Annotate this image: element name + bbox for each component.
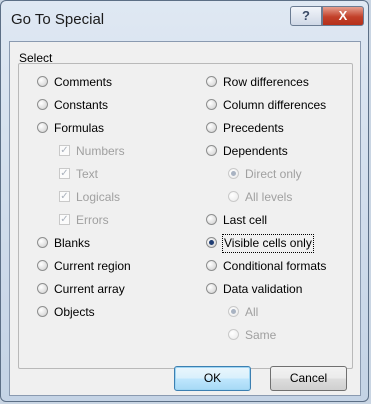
close-button[interactable]: X bbox=[322, 6, 364, 26]
option-label: Last cell bbox=[223, 213, 268, 227]
dialog-body: Select Comments Constants Formulas ✓ Num… bbox=[9, 41, 361, 396]
checkmark-icon: ✓ bbox=[59, 145, 70, 156]
radio-icon bbox=[37, 122, 48, 133]
option-label: Column differences bbox=[223, 98, 327, 112]
radio-icon bbox=[228, 168, 239, 179]
option-label: Numbers bbox=[76, 144, 125, 158]
radio-icon bbox=[37, 76, 48, 87]
option-label: Formulas bbox=[54, 121, 105, 135]
radio-icon bbox=[206, 237, 217, 248]
option-label: Current region bbox=[54, 259, 131, 273]
option-label: Constants bbox=[54, 98, 109, 112]
checkmark-icon: ✓ bbox=[59, 191, 70, 202]
radio-icon bbox=[37, 283, 48, 294]
cancel-button[interactable]: Cancel bbox=[270, 366, 347, 391]
option-label: Logicals bbox=[76, 190, 121, 204]
radio-icon bbox=[37, 99, 48, 110]
option-label: Precedents bbox=[223, 121, 284, 135]
option-label: All levels bbox=[245, 190, 293, 204]
option-label: Direct only bbox=[245, 167, 302, 181]
option-label: Current array bbox=[54, 282, 125, 296]
radio-icon bbox=[206, 122, 217, 133]
ok-button[interactable]: OK bbox=[174, 366, 251, 391]
radio-icon bbox=[206, 214, 217, 225]
radio-icon bbox=[206, 99, 217, 110]
option-label: Blanks bbox=[54, 236, 91, 250]
option-label: Row differences bbox=[223, 75, 309, 89]
option-label: Conditional formats bbox=[223, 259, 327, 273]
close-icon: X bbox=[338, 8, 348, 23]
option-label: Comments bbox=[54, 75, 113, 89]
radio-icon bbox=[206, 145, 217, 156]
radio-icon bbox=[37, 237, 48, 248]
go-to-special-dialog: Go To Special ? X Select Comments Consta… bbox=[0, 0, 369, 402]
dialog-title: Go To Special bbox=[11, 11, 105, 28]
option-label: Dependents bbox=[223, 144, 288, 158]
title-bar: Go To Special ? X bbox=[1, 1, 368, 39]
checkmark-icon: ✓ bbox=[59, 168, 70, 179]
option-label: Errors bbox=[76, 213, 109, 227]
option-label: Same bbox=[245, 328, 277, 342]
option-label: Text bbox=[76, 167, 99, 181]
option-label: All bbox=[245, 305, 259, 319]
option-label: Data validation bbox=[223, 282, 303, 296]
radio-icon bbox=[37, 306, 48, 317]
radio-icon bbox=[206, 76, 217, 87]
radio-icon bbox=[206, 283, 217, 294]
radio-icon bbox=[228, 329, 239, 340]
checkmark-icon: ✓ bbox=[59, 214, 70, 225]
radio-icon bbox=[228, 306, 239, 317]
option-label: Visible cells only bbox=[222, 234, 314, 253]
radio-icon bbox=[228, 191, 239, 202]
radio-icon bbox=[206, 260, 217, 271]
help-button[interactable]: ? bbox=[290, 6, 322, 26]
radio-icon bbox=[37, 260, 48, 271]
help-icon: ? bbox=[302, 8, 310, 23]
option-label: Objects bbox=[54, 305, 95, 319]
